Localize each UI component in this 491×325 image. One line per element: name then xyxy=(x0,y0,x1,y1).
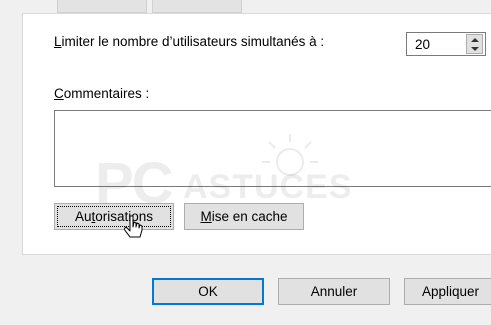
spin-down-icon[interactable] xyxy=(467,44,482,53)
mouse-cursor-icon xyxy=(124,215,143,238)
ok-button[interactable]: OK xyxy=(152,278,264,305)
user-limit-value[interactable]: 20 xyxy=(415,37,430,52)
caching-button[interactable]: Mise en cache xyxy=(184,203,304,230)
user-limit-label: Limiter le nombre d’utilisateurs simulta… xyxy=(54,34,325,49)
spin-buttons xyxy=(466,34,483,54)
permissions-button[interactable]: Au t orisations xyxy=(54,203,174,230)
comments-textarea[interactable] xyxy=(54,110,491,187)
comments-label: Commentaires : xyxy=(54,86,150,101)
spin-up-icon[interactable] xyxy=(467,35,482,44)
tab-stub-right[interactable] xyxy=(152,0,242,13)
cancel-button[interactable]: Annuler xyxy=(278,278,390,305)
user-limit-spinbox[interactable]: 20 xyxy=(406,32,486,56)
tab-stub-left[interactable] xyxy=(57,0,147,13)
apply-button[interactable]: Appliquer xyxy=(404,278,491,305)
